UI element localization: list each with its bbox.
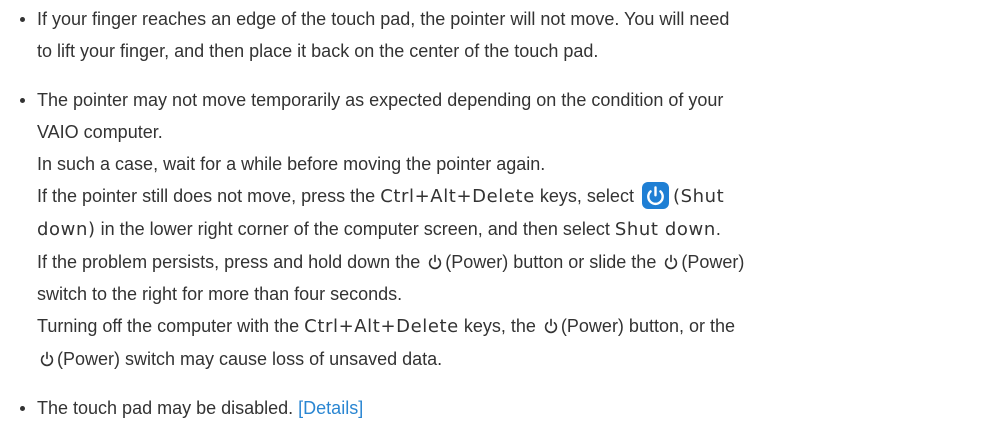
text-run: If the pointer still does not move, pres… bbox=[37, 186, 381, 206]
shut-down-label: Shut down bbox=[614, 219, 716, 240]
list-item: If your finger reaches an edge of the to… bbox=[0, 3, 1005, 67]
power-icon bbox=[542, 313, 560, 334]
text-run: (Power) button, or the bbox=[560, 316, 736, 336]
paragraph-line: If your finger reaches an edge of the to… bbox=[37, 9, 730, 29]
paragraph-line: switch to the right for more than four s… bbox=[37, 284, 403, 304]
paragraph-line: to lift your finger, and then place it b… bbox=[37, 41, 599, 61]
power-icon bbox=[426, 249, 444, 270]
key-combo: Ctrl+Alt+Delete bbox=[304, 316, 459, 337]
shut-label: (Shut bbox=[672, 186, 725, 207]
details-link[interactable]: [Details] bbox=[298, 398, 363, 418]
bullet-dot bbox=[20, 17, 25, 22]
text-run: (Power) bbox=[681, 252, 745, 272]
paragraph-line: The pointer may not move temporarily as … bbox=[37, 90, 724, 110]
bullet-list: If your finger reaches an edge of the to… bbox=[0, 0, 1005, 424]
bullet-dot bbox=[20, 98, 25, 103]
paragraph-line: Turning off the computer with the Ctrl+A… bbox=[37, 310, 989, 343]
text-run: . bbox=[715, 219, 721, 239]
text-run: keys, the bbox=[458, 316, 541, 336]
text-run: keys, select bbox=[534, 186, 639, 206]
key-combo: Ctrl+Alt+Delete bbox=[380, 186, 535, 207]
paragraph-line: The touch pad may be disabled. [Details] bbox=[37, 392, 989, 424]
power-icon bbox=[38, 346, 56, 367]
shutdown-icon bbox=[641, 182, 669, 209]
list-item: The pointer may not move temporarily as … bbox=[0, 84, 1005, 375]
bullet-dot bbox=[20, 406, 25, 411]
paragraph-line: down) in the lower right corner of the c… bbox=[37, 213, 989, 246]
paragraph-line: If the pointer still does not move, pres… bbox=[37, 180, 989, 213]
down-label: down) bbox=[37, 219, 96, 240]
paragraph-line: If the problem persists, press and hold … bbox=[37, 246, 989, 278]
list-item: The touch pad may be disabled. [Details] bbox=[0, 392, 1005, 424]
power-icon bbox=[662, 249, 680, 270]
paragraph-line: (Power) switch may cause loss of unsaved… bbox=[37, 343, 989, 375]
text-run: (Power) switch may cause loss of unsaved… bbox=[57, 349, 443, 369]
paragraph-line: In such a case, wait for a while before … bbox=[37, 154, 546, 174]
text-run: Turning off the computer with the bbox=[37, 316, 305, 336]
text-run: If the problem persists, press and hold … bbox=[37, 252, 426, 272]
text-run: The touch pad may be disabled. bbox=[37, 398, 299, 418]
text-run: in the lower right corner of the compute… bbox=[95, 219, 615, 239]
text-run: (Power) button or slide the bbox=[445, 252, 662, 272]
paragraph-line: VAIO computer. bbox=[37, 122, 163, 142]
